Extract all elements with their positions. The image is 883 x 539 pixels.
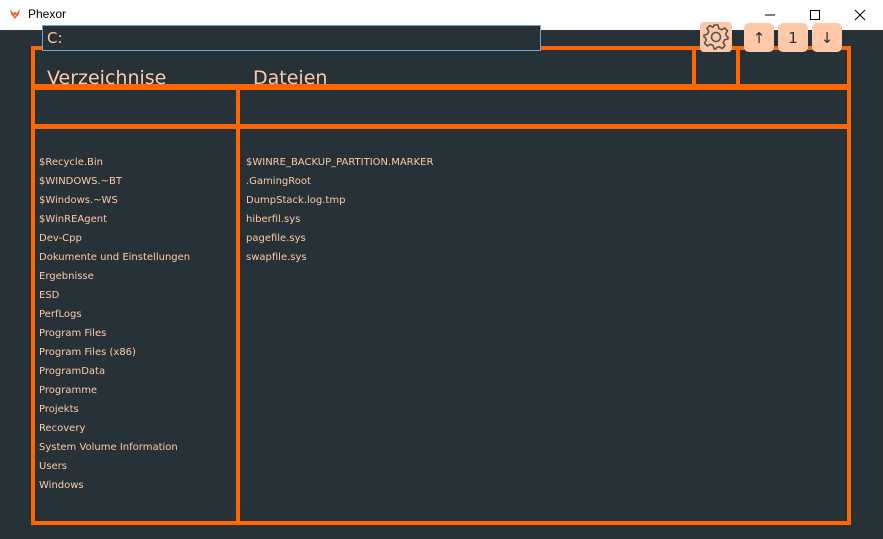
path-input[interactable] [42,25,541,51]
directory-item[interactable]: ProgramData [39,362,190,381]
settings-panel [692,46,740,88]
close-icon [854,9,866,21]
move-down-button[interactable]: ↓ [812,23,842,52]
maximize-icon [810,10,820,20]
settings-button[interactable] [700,22,732,52]
file-list: $WINRE_BACKUP_PARTITION.MARKER .GamingRo… [246,153,433,267]
app-title: Phexor [28,7,67,21]
count-button[interactable]: 1 [778,23,808,52]
directory-item[interactable]: Users [39,457,190,476]
files-header-panel [236,86,851,128]
directory-item[interactable]: $WINDOWS.~BT [39,172,190,191]
directory-item[interactable]: ESD [39,286,190,305]
directory-item[interactable]: Program Files (x86) [39,343,190,362]
fox-logo-icon [10,9,20,19]
directory-item[interactable]: PerfLogs [39,305,190,324]
directory-item[interactable]: $Windows.~WS [39,191,190,210]
directory-item[interactable]: Dev-Cpp [39,229,190,248]
directory-item[interactable]: Dokumente und Einstellungen [39,248,190,267]
directory-item[interactable]: Ergebnisse [39,267,190,286]
directory-item[interactable]: Programme [39,381,190,400]
files-heading: Dateien [253,67,328,89]
move-up-button[interactable]: ↑ [744,23,774,52]
directory-item[interactable]: $WinREAgent [39,210,190,229]
directory-item[interactable]: $Recycle.Bin [39,153,190,172]
file-item[interactable]: pagefile.sys [246,229,433,248]
navigation-panel [736,46,851,88]
close-button[interactable] [837,0,883,30]
directory-item[interactable]: Projekts [39,400,190,419]
directory-item[interactable]: System Volume Information [39,438,190,457]
minimize-icon [765,14,775,16]
directories-heading: Verzeichnise [47,67,167,89]
file-item[interactable]: hiberfil.sys [246,210,433,229]
directory-item[interactable]: Program Files [39,324,190,343]
file-item[interactable]: swapfile.sys [246,248,433,267]
file-item[interactable]: $WINRE_BACKUP_PARTITION.MARKER [246,153,433,172]
directory-item[interactable]: Recovery [39,419,190,438]
file-item[interactable]: .GamingRoot [246,172,433,191]
directories-header-panel [31,86,240,128]
gear-icon [703,24,729,50]
directory-list: $Recycle.Bin $WINDOWS.~BT $Windows.~WS $… [39,153,190,495]
directory-item[interactable]: Windows [39,476,190,495]
file-item[interactable]: DumpStack.log.tmp [246,191,433,210]
